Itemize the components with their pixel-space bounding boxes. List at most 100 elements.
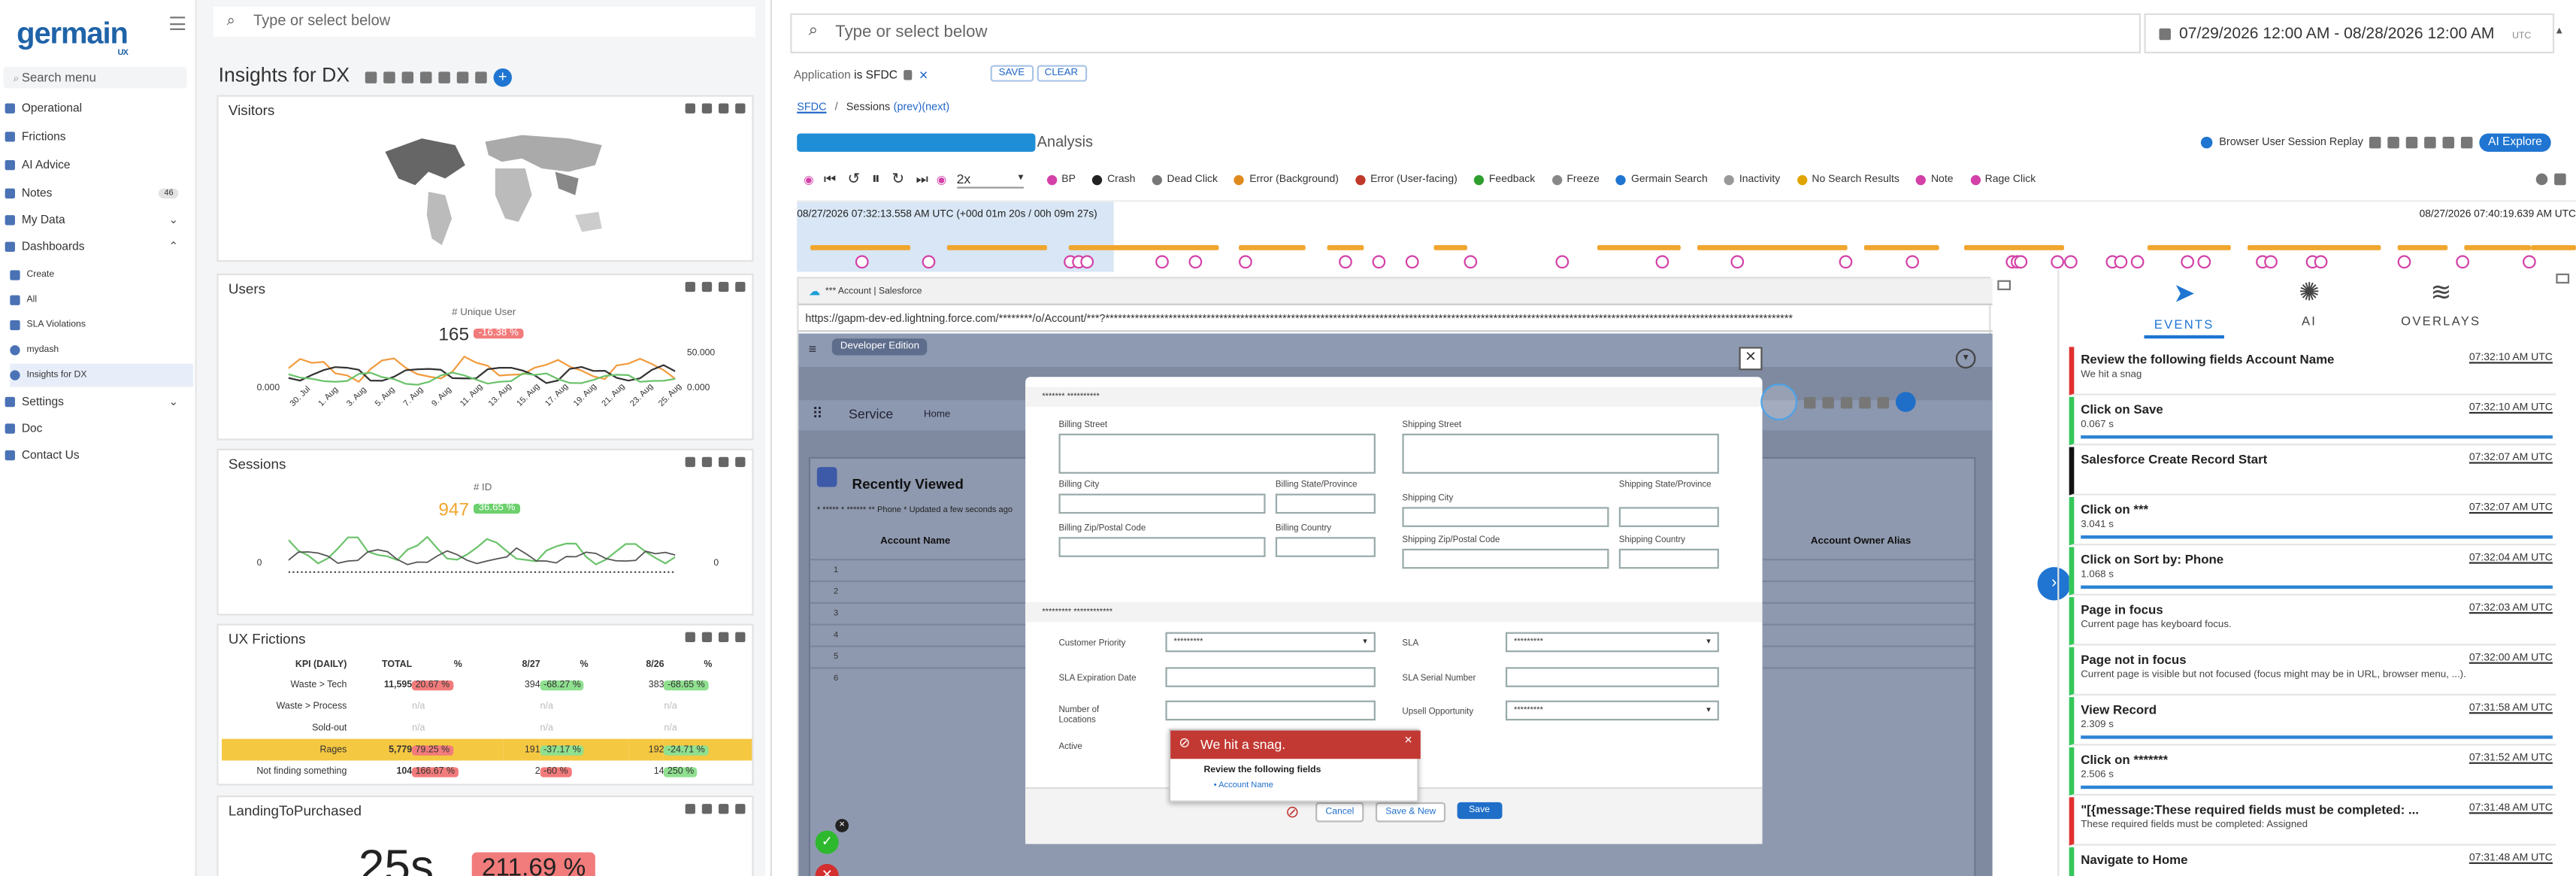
pin-icon[interactable] <box>904 70 913 80</box>
sidebar-item-operational[interactable]: Operational <box>5 97 189 120</box>
minimize-icon[interactable] <box>2556 273 2570 284</box>
app-grid-icon[interactable]: ⠿ <box>812 405 823 423</box>
event-marker-icon[interactable] <box>1155 255 1169 269</box>
table-row[interactable]: Sold-out n/a n/a n/a <box>222 717 752 739</box>
column-header[interactable]: 8/27 <box>504 656 540 674</box>
event-time[interactable]: 07:32:07 AM UTC <box>2469 452 2553 464</box>
column-header[interactable]: % <box>540 656 628 674</box>
window-icon[interactable] <box>719 281 729 293</box>
column-header[interactable]: % <box>412 656 504 674</box>
sidebar-item-contact-us[interactable]: Contact Us <box>5 444 189 467</box>
pause-icon[interactable]: ⏸ <box>872 170 880 188</box>
event-time[interactable]: 07:32:07 AM UTC <box>2469 502 2553 514</box>
table-row[interactable]: Rages 5,779 79.25 % 191 -37.17 % 192 -24.71 % <box>222 738 752 761</box>
column-header[interactable]: KPI (DAILY) <box>222 656 352 674</box>
close-icon[interactable]: × <box>835 819 849 832</box>
bell-icon[interactable] <box>1877 396 1890 408</box>
event-marker-icon[interactable] <box>1188 255 1203 269</box>
filter-freeze[interactable]: Freeze <box>1551 174 1600 185</box>
chart-icon[interactable] <box>685 632 695 642</box>
save-and-new-button[interactable]: Save & New <box>1375 802 1446 823</box>
copy-icon[interactable] <box>383 71 395 83</box>
event-marker-icon[interactable] <box>1839 255 1853 269</box>
date-range-picker[interactable]: 07/29/2026 12:00 AM - 08/28/2026 12:00 A… <box>2144 13 2555 53</box>
forward-icon[interactable]: ↻ <box>891 170 904 188</box>
filter-error-user-facing-[interactable]: Error (User-facing) <box>1355 174 1458 185</box>
sidebar-item-ai-advice[interactable]: AI Advice <box>5 153 189 177</box>
info-icon[interactable] <box>2535 173 2548 186</box>
sidebar-item-dashboards[interactable]: Dashboards ⌃ <box>5 235 189 259</box>
error-icon[interactable]: ⊘ <box>1285 804 1300 822</box>
filter-no-search-results[interactable]: No Search Results <box>1797 174 1899 185</box>
chart-icon[interactable] <box>419 71 432 83</box>
comment-icon[interactable] <box>2369 136 2382 149</box>
share-icon[interactable] <box>2443 136 2455 149</box>
tab-events[interactable]: ➤ EVENTS <box>2148 277 2221 332</box>
event-time[interactable]: 07:32:03 AM UTC <box>2469 602 2553 614</box>
chevron-down-icon[interactable]: ▾ <box>1955 348 1976 369</box>
edit-icon[interactable] <box>2424 136 2437 149</box>
event-marker-icon[interactable] <box>2130 255 2145 269</box>
close-icon[interactable]: × <box>1404 732 1412 747</box>
billing-country-field[interactable] <box>1275 537 1376 557</box>
hamburger-menu-icon[interactable] <box>170 17 186 30</box>
breadcrumb-sessions[interactable]: Sessions <box>846 102 891 114</box>
event-marker-icon[interactable] <box>2114 255 2128 269</box>
more-icon[interactable] <box>735 103 746 114</box>
shipping-zip-field[interactable] <box>1402 548 1609 569</box>
list-view-title[interactable]: Recently Viewed <box>852 475 963 492</box>
event-item[interactable]: Click on Sort by: Phone 07:32:04 AM UTC 1.… <box>2069 547 2556 596</box>
event-marker-icon[interactable] <box>1730 255 1745 269</box>
prev-session-link[interactable]: (prev) <box>894 102 922 114</box>
tab-ai[interactable]: ✺ AI <box>2284 277 2335 329</box>
event-item[interactable]: "[{message:These required fields must be… <box>2069 797 2556 846</box>
event-marker-icon[interactable] <box>922 255 936 269</box>
zoom-icon[interactable] <box>701 456 713 468</box>
event-marker-icon[interactable] <box>2397 255 2411 269</box>
edit-icon[interactable] <box>365 71 377 83</box>
modal-close-button[interactable]: × <box>1739 347 1763 371</box>
save-button[interactable]: Save <box>1457 802 1502 820</box>
billing-state-field[interactable] <box>1275 493 1376 514</box>
skip-forward-icon[interactable]: ⏭ <box>916 171 928 187</box>
print-icon[interactable] <box>2406 136 2419 149</box>
chart-icon[interactable] <box>685 456 695 468</box>
event-item[interactable]: View Record 07:31:58 AM UTC 2.309 s <box>2069 697 2556 746</box>
close-icon[interactable]: × <box>919 67 928 83</box>
sidebar-item-mydash[interactable]: mydash <box>10 338 193 362</box>
add-icon[interactable] <box>1803 396 1816 408</box>
download-icon[interactable] <box>2461 136 2474 149</box>
filter-note[interactable]: Note <box>1916 174 1954 185</box>
menu-search-input[interactable]: ⌕ Search menu <box>3 66 187 89</box>
ai-explore-button[interactable]: AI Explore <box>2480 133 2550 152</box>
more-icon[interactable] <box>735 281 746 293</box>
event-item[interactable]: Click on Save 07:32:10 AM UTC 0.067 s <box>2069 396 2556 446</box>
more-icon[interactable] <box>735 632 746 642</box>
replay-search-input[interactable]: ⌕ Type or select below <box>790 13 2142 53</box>
event-marker-icon[interactable] <box>855 255 869 269</box>
table-row[interactable]: Waste > Tech 11,595 20.67 % 394 -68.27 % 383-… <box>222 674 752 696</box>
germain-logo[interactable]: germain UX <box>17 17 129 58</box>
bookmark-icon[interactable] <box>401 71 414 83</box>
column-header[interactable]: TOTAL <box>352 656 412 674</box>
table-row[interactable]: Waste > Process n/a n/a n/a <box>222 696 752 717</box>
event-marker-icon[interactable] <box>1339 255 1352 269</box>
event-item[interactable]: Page in focus 07:32:03 AM UTC Current page… <box>2069 597 2556 646</box>
event-time[interactable]: 07:31:58 AM UTC <box>2469 702 2553 714</box>
event-time[interactable]: 07:32:00 AM UTC <box>2469 652 2553 664</box>
sidebar-item-sla-violations[interactable]: SLA Violations <box>10 314 193 337</box>
zoom-icon[interactable] <box>701 281 713 293</box>
shipping-street-field[interactable] <box>1402 433 1719 474</box>
clear-filter-button[interactable]: CLEAR <box>1036 65 1087 82</box>
shipping-state-field[interactable] <box>1618 507 1719 527</box>
more-icon[interactable] <box>735 804 746 814</box>
filter-error-background-[interactable]: Error (Background) <box>1234 174 1339 185</box>
event-marker-icon[interactable] <box>2264 255 2278 269</box>
column-header[interactable]: Account Owner Alias <box>1811 537 1911 547</box>
event-marker-icon[interactable] <box>1555 255 1570 269</box>
tab-overlays[interactable]: ≋ OVERLAYS <box>2394 277 2487 329</box>
view-mode-label[interactable]: Browser User Session Replay <box>2219 137 2363 149</box>
event-marker-icon[interactable] <box>2522 255 2536 269</box>
filter-chip[interactable]: Application is SFDC × <box>794 67 928 83</box>
browser-url-bar[interactable]: https://gapm-dev-ed.lightning.force.com/… <box>798 308 1993 332</box>
